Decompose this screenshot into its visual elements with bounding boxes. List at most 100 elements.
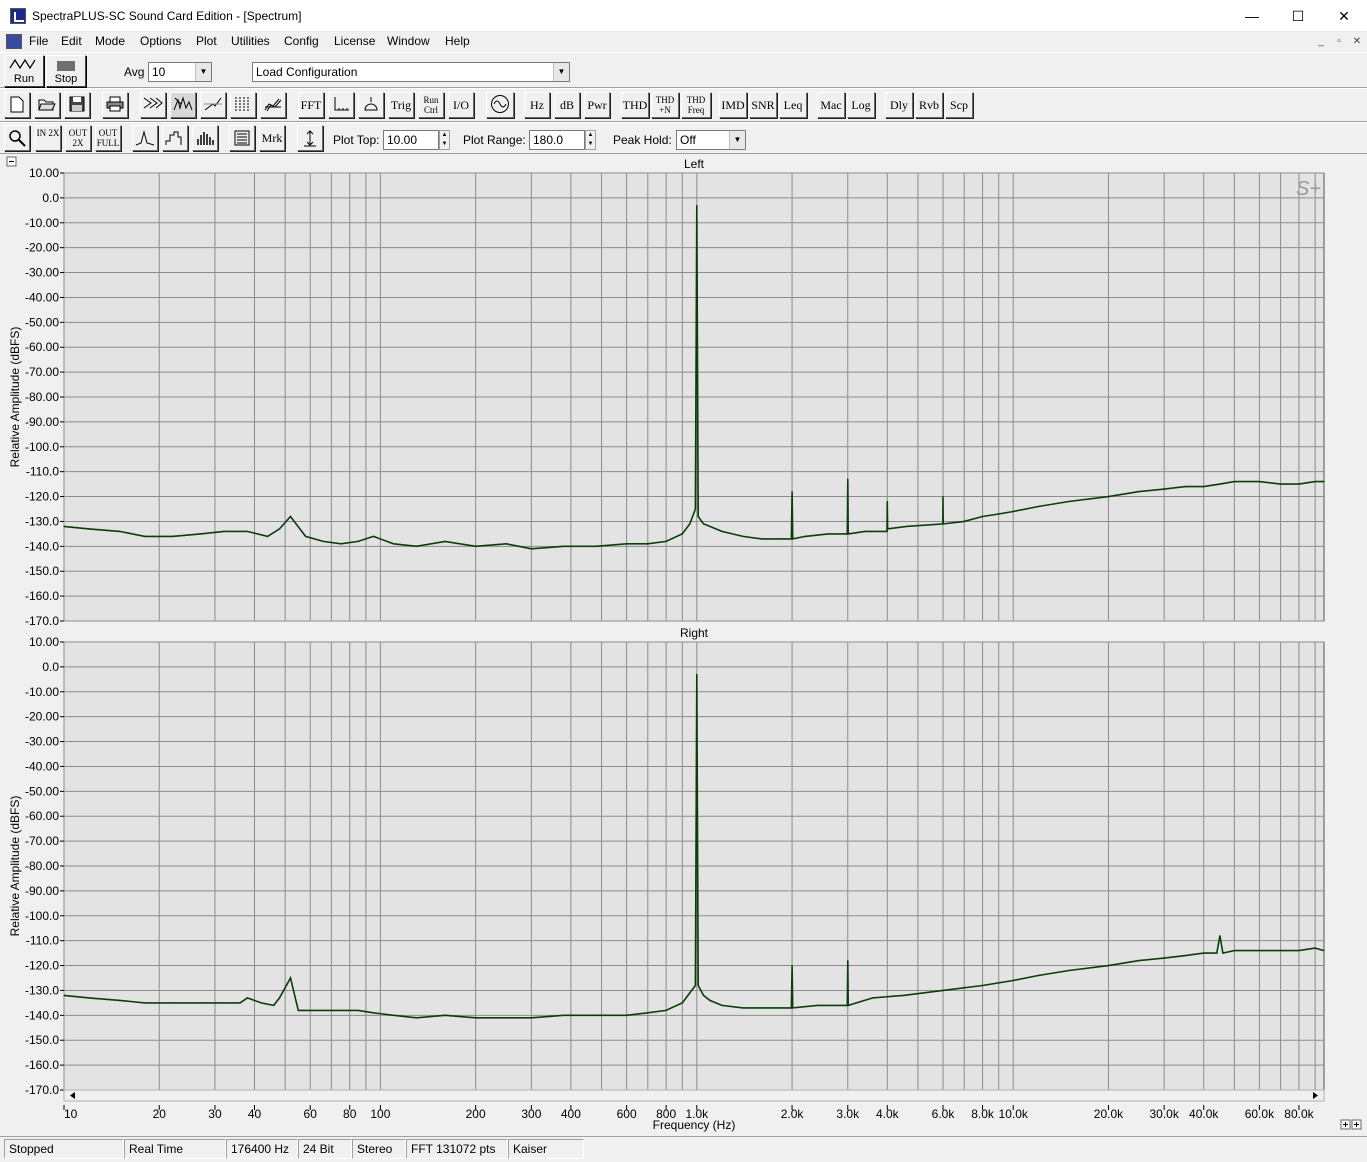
- x-tick-label: 2.0k: [781, 1107, 805, 1121]
- spectrum-point: [776, 538, 779, 540]
- channel-title: Left: [684, 157, 705, 171]
- spectrum-point: [887, 528, 889, 530]
- y-tick-label: 10.00: [29, 166, 59, 180]
- spectrum-point: [721, 1004, 723, 1006]
- zoom-out-2x-button[interactable]: OUT 2X: [65, 125, 91, 151]
- spectrum-point: [827, 533, 829, 535]
- plot-range-spinner[interactable]: ▲ ▼: [585, 130, 596, 150]
- x-tick-label: 30: [208, 1107, 222, 1121]
- zoom-button[interactable]: [4, 125, 30, 151]
- spectrum-point: [702, 994, 705, 997]
- plot-top-input[interactable]: 10.00 ▲ ▼: [383, 130, 450, 150]
- power-button[interactable]: Pwr: [584, 92, 610, 118]
- menu-options[interactable]: Options: [137, 34, 184, 48]
- zoom-out-full-button[interactable]: OUT FULL: [95, 125, 121, 151]
- run-label: Run: [13, 73, 35, 85]
- menu-config[interactable]: Config: [281, 34, 322, 48]
- spectrum-point: [792, 538, 794, 540]
- time-series-button[interactable]: [200, 92, 226, 118]
- autoscale-button[interactable]: [297, 125, 323, 151]
- run-control-button[interactable]: Run Ctrl: [418, 92, 444, 118]
- peak-hold-select[interactable]: Off ▼: [676, 130, 746, 150]
- document-icon[interactable]: [6, 34, 22, 49]
- fast-forward-button[interactable]: [140, 92, 166, 118]
- zoom-in-2x-button[interactable]: IN 2X: [35, 125, 61, 151]
- thd-n-button[interactable]: THD +N: [651, 92, 679, 118]
- mdi-minimize-button[interactable]: _: [1314, 36, 1328, 48]
- marker-button[interactable]: Mrk: [259, 125, 285, 151]
- close-button[interactable]: ✕: [1321, 0, 1367, 32]
- menu-window[interactable]: Window: [384, 34, 433, 48]
- macro-button[interactable]: Mac: [817, 92, 845, 118]
- leq-button[interactable]: Leq: [779, 92, 807, 118]
- spectrum-point: [171, 535, 173, 537]
- configuration-select[interactable]: Load Configuration ▼: [252, 62, 570, 82]
- spectrum-point: [266, 535, 269, 537]
- spectrum-point: [1279, 483, 1282, 485]
- menu-help[interactable]: Help: [442, 34, 473, 48]
- spectrum-point: [415, 1017, 418, 1019]
- avg-select[interactable]: 10 ▼: [148, 62, 212, 82]
- scope-button[interactable]: Scp: [945, 92, 973, 118]
- menu-utilities[interactable]: Utilities: [228, 34, 273, 48]
- 3d-surface-button[interactable]: [260, 92, 286, 118]
- menu-plot[interactable]: Plot: [193, 34, 220, 48]
- fft-button[interactable]: FFT: [298, 92, 324, 118]
- mdi-close-button[interactable]: ✕: [1350, 36, 1364, 48]
- waveform-icon: [204, 97, 222, 111]
- menu-license[interactable]: License: [331, 34, 378, 48]
- spectrum-point: [475, 1017, 477, 1019]
- step-plot-button[interactable]: [162, 125, 188, 151]
- bar-plot-button[interactable]: [192, 125, 218, 151]
- stop-button[interactable]: Stop: [46, 55, 86, 87]
- spectrum-point: [223, 530, 225, 532]
- menu-file[interactable]: File: [26, 34, 51, 48]
- delay-button[interactable]: Dly: [885, 92, 913, 118]
- scaling-button[interactable]: [328, 92, 354, 118]
- hz-button[interactable]: Hz: [524, 92, 550, 118]
- thd-freq-button[interactable]: THD Freq: [681, 92, 711, 118]
- thd-button[interactable]: THD: [621, 92, 649, 118]
- spectrum-point: [626, 1014, 628, 1016]
- spectrogram-button[interactable]: [230, 92, 256, 118]
- status-fft-size: FFT 131072 pts: [406, 1139, 508, 1159]
- print-button[interactable]: [102, 92, 128, 118]
- spectrum-mode-button[interactable]: [170, 92, 196, 118]
- io-button[interactable]: I/O: [448, 92, 474, 118]
- app-icon[interactable]: [10, 8, 26, 24]
- save-button[interactable]: [64, 92, 90, 118]
- spectrum-point: [1323, 481, 1325, 483]
- maximize-button[interactable]: ☐: [1275, 0, 1321, 32]
- signal-generator-button[interactable]: [486, 92, 514, 118]
- weighting-button[interactable]: [358, 92, 384, 118]
- imd-button[interactable]: IMD: [719, 92, 747, 118]
- overlay-button[interactable]: [229, 125, 255, 151]
- menu-edit[interactable]: Edit: [58, 34, 85, 48]
- snr-button[interactable]: SNR: [749, 92, 777, 118]
- spectrum-point: [63, 994, 65, 997]
- configuration-value: Load Configuration: [256, 65, 358, 79]
- plot-top-spinner[interactable]: ▲ ▼: [439, 130, 450, 150]
- line-plot-button[interactable]: [132, 125, 158, 151]
- y-tick-label: -130.0: [25, 983, 59, 997]
- db-button[interactable]: dB: [554, 92, 580, 118]
- spectrum-chart[interactable]: 10.00 0.0 -10.00 -20.00 -30.00 -40.00 -50.00 -6…: [0, 154, 1367, 1136]
- log-button[interactable]: Log: [847, 92, 875, 118]
- x-tick-label: 80: [343, 1107, 357, 1121]
- chevron-down-icon[interactable]: ▼: [553, 63, 569, 81]
- spectrum-point: [372, 535, 374, 537]
- minimize-button[interactable]: —: [1229, 0, 1275, 32]
- spectrum-point: [1216, 952, 1218, 954]
- trigger-button[interactable]: Trig: [388, 92, 414, 118]
- x-tick-label: 200: [466, 1107, 486, 1121]
- open-file-button[interactable]: [34, 92, 60, 118]
- menu-mode[interactable]: Mode: [92, 34, 128, 48]
- run-button[interactable]: Run: [4, 55, 44, 87]
- reverb-button[interactable]: Rvb: [915, 92, 943, 118]
- new-file-button[interactable]: [4, 92, 30, 118]
- plot-range-input[interactable]: 180.0 ▲ ▼: [529, 130, 596, 150]
- chevron-down-icon[interactable]: ▼: [195, 63, 211, 81]
- horizontal-scrollbar[interactable]: [63, 1089, 1325, 1102]
- chevron-down-icon[interactable]: ▼: [729, 131, 745, 149]
- mdi-restore-button[interactable]: ▫: [1332, 36, 1346, 48]
